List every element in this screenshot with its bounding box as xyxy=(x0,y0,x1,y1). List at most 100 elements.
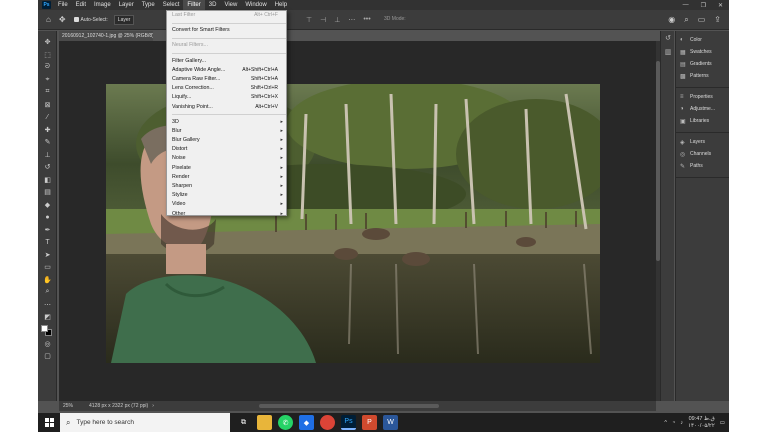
panel-color[interactable]: ◐ Color xyxy=(676,34,729,46)
color-swatches[interactable] xyxy=(38,324,57,338)
horizontal-scrollbar[interactable] xyxy=(259,404,439,408)
marquee-tool-icon[interactable]: ⬚ xyxy=(38,49,57,62)
more-options-icon[interactable]: ••• xyxy=(363,16,370,24)
align-middle-icon[interactable]: ⊣ xyxy=(320,16,326,24)
photoshop-taskbar-icon[interactable]: Ps xyxy=(341,415,356,430)
menu-filter[interactable]: Filter xyxy=(183,0,205,10)
canvas-area[interactable] xyxy=(59,41,656,401)
close-button[interactable]: ✕ xyxy=(718,2,723,9)
type-tool-icon[interactable]: T xyxy=(38,236,57,249)
panel-adjustme[interactable]: ◑ Adjustme... xyxy=(676,103,729,115)
whatsapp-icon[interactable]: ✆ xyxy=(278,415,293,430)
blur-tool-icon[interactable]: ◆ xyxy=(38,199,57,212)
menu-edit[interactable]: Edit xyxy=(72,0,90,10)
menu-layer[interactable]: Layer xyxy=(115,0,138,10)
workspace-icon[interactable]: ▭ xyxy=(698,15,706,25)
filter-item-distort[interactable]: Distort ▸ xyxy=(167,145,286,154)
foreground-color[interactable] xyxy=(41,324,48,332)
zoom-level[interactable]: 25% xyxy=(63,403,85,409)
history-panel-icon[interactable]: ↺ xyxy=(661,31,675,45)
share-icon[interactable]: ⇪ xyxy=(714,15,721,25)
panel-paths[interactable]: ✎ Paths xyxy=(676,160,729,172)
filter-item-sharpen[interactable]: Sharpen ▸ xyxy=(167,182,286,191)
menu-window[interactable]: Window xyxy=(241,0,270,10)
path-select-icon[interactable]: ➤ xyxy=(38,249,57,262)
auto-select-checkbox[interactable]: Auto-Select: xyxy=(73,17,108,23)
filter-item-3d[interactable]: 3D ▸ xyxy=(167,118,286,127)
user-icon[interactable]: ◉ xyxy=(668,15,675,25)
filter-item-convert-for-smart-filters[interactable]: Convert for Smart Filters xyxy=(167,26,286,35)
menu-help[interactable]: Help xyxy=(271,0,291,10)
filter-item-video[interactable]: Video ▸ xyxy=(167,200,286,209)
filter-item-stylize[interactable]: Stylize ▸ xyxy=(167,191,286,200)
filter-item-blur-gallery[interactable]: Blur Gallery ▸ xyxy=(167,136,286,145)
word-icon[interactable]: W xyxy=(383,415,398,430)
filter-item-camera-raw-filter[interactable]: Camera Raw Filter... Shift+Ctrl+A xyxy=(167,75,286,84)
start-button[interactable] xyxy=(38,413,60,432)
search-icon[interactable]: ⌕ xyxy=(684,15,688,25)
document-info[interactable]: 4128 px x 2322 px (72 ppi) xyxy=(89,403,148,409)
quick-select-tool-icon[interactable]: ⌖ xyxy=(38,74,57,87)
checkbox-box[interactable] xyxy=(73,17,79,22)
healing-brush-icon[interactable]: ✚ xyxy=(38,124,57,137)
pdf-app-icon[interactable]: P xyxy=(362,415,377,430)
menu-3d[interactable]: 3D xyxy=(205,0,221,10)
menu-type[interactable]: Type xyxy=(138,0,159,10)
tray-arrow-icon[interactable]: ^ xyxy=(664,420,667,426)
eyedropper-tool-icon[interactable]: ⁄ xyxy=(38,111,57,124)
network-icon[interactable]: ◔ xyxy=(672,420,675,426)
dodge-tool-icon[interactable]: ● xyxy=(38,211,57,224)
properties-panel-icon[interactable]: ▥ xyxy=(661,45,675,59)
pen-tool-icon[interactable]: ✒ xyxy=(38,224,57,237)
panel-libraries[interactable]: ▣ Libraries xyxy=(676,115,729,127)
clone-stamp-icon[interactable]: ⊥ xyxy=(38,149,57,162)
move-tool-icon[interactable]: ✥ xyxy=(59,15,66,24)
panel-swatches[interactable]: ▦ Swatches xyxy=(676,46,729,58)
filter-item-other[interactable]: Other ▸ xyxy=(167,210,286,219)
document-tab[interactable]: 20160912_102740-1.jpg @ 25% (RGB/8) xyxy=(59,31,153,41)
move-tool-icon[interactable]: ✥ xyxy=(38,36,57,49)
default-colors-icon[interactable]: ◩ xyxy=(38,311,57,324)
filter-item-filter-gallery[interactable]: Filter Gallery... xyxy=(167,57,286,66)
history-brush-icon[interactable]: ↺ xyxy=(38,161,57,174)
auto-select-dropdown[interactable]: Layer xyxy=(113,14,135,25)
menu-select[interactable]: Select xyxy=(159,0,184,10)
volume-icon[interactable]: ♪ xyxy=(680,420,683,426)
menu-file[interactable]: File xyxy=(54,0,72,10)
panel-patterns[interactable]: ▩ Patterns xyxy=(676,70,729,82)
filter-item-noise[interactable]: Noise ▸ xyxy=(167,154,286,163)
filter-item-blur[interactable]: Blur ▸ xyxy=(167,127,286,136)
frame-tool-icon[interactable]: ⊠ xyxy=(38,99,57,112)
panel-layers[interactable]: ◈ Layers xyxy=(676,136,729,148)
align-bottom-icon[interactable]: ⊥ xyxy=(334,16,340,24)
crop-tool-icon[interactable]: ⌗ xyxy=(38,86,57,99)
distribute-icon[interactable]: ⋯ xyxy=(348,16,355,24)
dropbox-icon[interactable]: ◆ xyxy=(299,415,314,430)
taskbar-search[interactable]: ⌕ Type here to search xyxy=(60,413,230,432)
lasso-tool-icon[interactable]: ᘐ xyxy=(38,61,57,74)
notifications-icon[interactable]: ▭ xyxy=(720,420,725,426)
home-icon[interactable]: ⌂ xyxy=(46,15,51,24)
screen-mode-icon[interactable]: ▢ xyxy=(38,350,57,363)
filter-item-liquify[interactable]: Liquify... Shift+Ctrl+X xyxy=(167,93,286,102)
filter-item-render[interactable]: Render ▸ xyxy=(167,173,286,182)
more-tools-icon[interactable]: ⋯ xyxy=(38,299,57,312)
filter-item-pixelate[interactable]: Pixelate ▸ xyxy=(167,164,286,173)
quick-mask-icon[interactable]: ◎ xyxy=(38,338,57,351)
menu-view[interactable]: View xyxy=(220,0,241,10)
maximize-button[interactable]: ❐ xyxy=(701,2,706,9)
clock[interactable]: 09:47 ق.ظ ۱۴۰۰/۰۵/۲۲ xyxy=(688,416,715,430)
minimize-button[interactable]: — xyxy=(683,2,689,8)
status-arrow-icon[interactable]: › xyxy=(152,403,154,409)
align-top-icon[interactable]: ⊤ xyxy=(306,16,312,24)
menu-image[interactable]: Image xyxy=(90,0,115,10)
panel-properties[interactable]: ≡ Properties xyxy=(676,91,729,103)
eraser-tool-icon[interactable]: ◧ xyxy=(38,174,57,187)
brush-tool-icon[interactable]: ✎ xyxy=(38,136,57,149)
gradient-tool-icon[interactable]: ▤ xyxy=(38,186,57,199)
chrome-icon[interactable] xyxy=(320,415,335,430)
panel-channels[interactable]: ◎ Channels xyxy=(676,148,729,160)
filter-item-adaptive-wide-angle[interactable]: Adaptive Wide Angle... Alt+Shift+Ctrl+A xyxy=(167,66,286,75)
zoom-tool-icon[interactable]: ⌕ xyxy=(38,286,57,299)
hand-tool-icon[interactable]: ✋ xyxy=(38,274,57,287)
